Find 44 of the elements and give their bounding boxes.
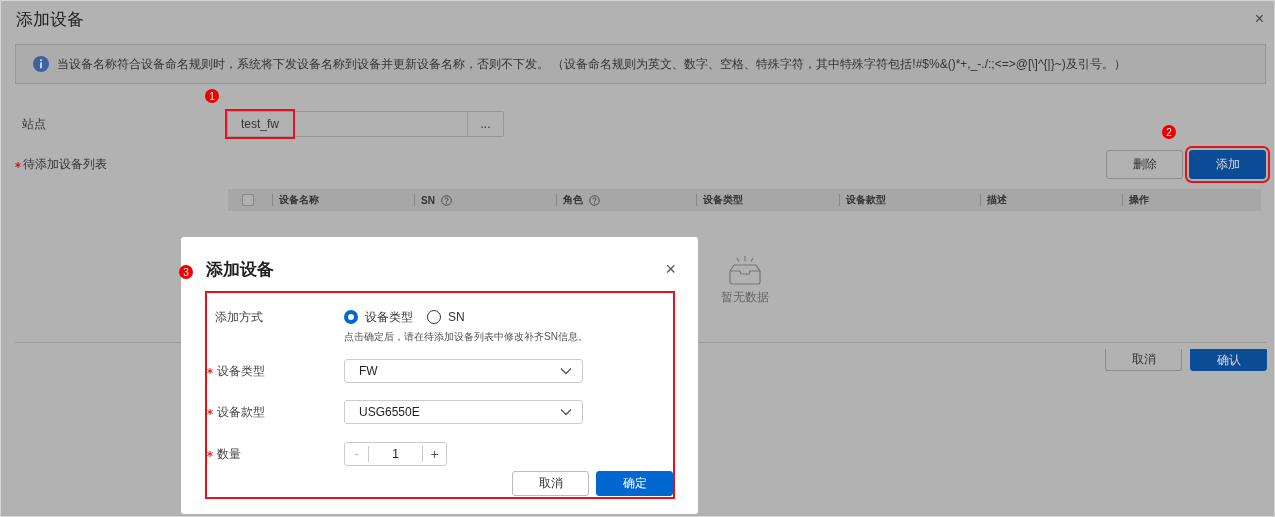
field-label: 站点	[21, 115, 47, 133]
radio-option[interactable]: 设备类型	[344, 308, 413, 326]
hint-text: 点击确定后，请在待添加设备列表中修改补齐SN信息。	[344, 330, 589, 344]
increment-button[interactable]: +	[422, 446, 446, 462]
close-button[interactable]: ×	[665, 258, 676, 280]
browse-button[interactable]: ...	[468, 111, 504, 137]
step-badge: 2	[1162, 125, 1176, 139]
window-title: 添加设备	[16, 8, 84, 31]
column-header: 设备款型	[846, 193, 886, 207]
column-header: 设备类型	[703, 193, 743, 207]
info-icon	[33, 56, 49, 72]
column-header: 设备名称	[279, 193, 319, 207]
step-badge: 1	[205, 89, 219, 103]
column-header: 操作	[1129, 193, 1149, 207]
chevron-down-icon	[560, 367, 572, 375]
field-label: 设备类型	[217, 362, 265, 380]
column-header: 角色	[563, 193, 583, 207]
column-header: 描述	[987, 193, 1007, 207]
confirm-button[interactable]: 确认	[1190, 349, 1267, 371]
empty-text: 暂无数据	[721, 289, 769, 306]
close-button[interactable]: ×	[1254, 10, 1264, 28]
delete-button[interactable]: 删除	[1106, 150, 1183, 179]
column-header: SN	[421, 194, 435, 206]
notice-text: 当设备名称符合设备命名规则时，系统将下发设备名称到设备并更新设备名称，否则不下发。 （设备命名规则为英文、数字、空格、特殊字符，其中特殊字符包括!#$%&()*+,_-./:;<=>@[\]^{|}~)及引号。）	[57, 55, 1126, 73]
chevron-down-icon	[560, 408, 572, 416]
cancel-button[interactable]: 取消	[512, 471, 589, 496]
empty-tray-icon	[727, 255, 763, 285]
field-label: 数量	[217, 445, 241, 463]
stepper-value[interactable]: 1	[369, 447, 422, 461]
field-value: test_fw	[225, 109, 295, 139]
radio-option[interactable]: SN	[427, 310, 465, 324]
field-label: 设备款型	[217, 403, 265, 421]
checkbox[interactable]	[242, 194, 254, 206]
site-field[interactable]: test_fw	[227, 111, 468, 137]
cancel-button[interactable]: 取消	[1105, 349, 1182, 371]
step-badge: 3	[179, 265, 193, 279]
help-icon	[440, 194, 452, 206]
confirm-button[interactable]: 确定	[596, 471, 673, 496]
field-label: 添加方式	[215, 309, 263, 326]
select-field[interactable]: USG6550E	[344, 400, 583, 424]
select-field[interactable]: FW	[344, 359, 583, 383]
dialog-title: 添加设备	[206, 258, 274, 281]
help-icon	[589, 194, 600, 206]
field-label: 待添加设备列表	[23, 156, 107, 173]
